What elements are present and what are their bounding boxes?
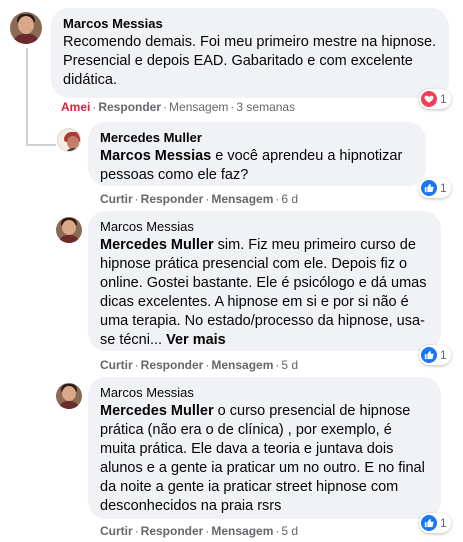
timestamp[interactable]: 5 d <box>281 358 298 372</box>
thread-connector <box>26 144 56 146</box>
reaction-count[interactable]: 1 <box>419 178 451 198</box>
like-link[interactable]: Curtir <box>100 358 133 372</box>
comment-bubble: Marcos Messias Mercedes Muller o curso p… <box>88 377 441 519</box>
like-icon <box>421 515 437 531</box>
comment-bubble: Marcos Messias Recomendo demais. Foi meu… <box>51 8 449 98</box>
timestamp[interactable]: 3 semanas <box>236 100 295 114</box>
message-link[interactable]: Mensagem <box>211 524 273 538</box>
avatar[interactable] <box>56 217 82 243</box>
mention-link[interactable]: Mercedes Muller <box>100 403 214 419</box>
comment-author[interactable]: Marcos Messias <box>100 219 429 235</box>
heart-icon <box>421 91 437 107</box>
reaction-count[interactable]: 1 <box>419 89 451 109</box>
reply-link[interactable]: Responder <box>141 524 204 538</box>
avatar[interactable] <box>10 12 42 44</box>
like-link[interactable]: Curtir <box>100 192 133 206</box>
comment-text: Mercedes Muller sim. Fiz meu primeiro cu… <box>100 237 427 348</box>
reaction-count[interactable]: 1 <box>419 513 451 533</box>
love-reaction-link[interactable]: Amei <box>61 100 90 114</box>
comment-actions: Curtir · Responder · Mensagem · 5 d <box>100 524 299 538</box>
reply-link[interactable]: Responder <box>98 100 161 114</box>
timestamp[interactable]: 5 d <box>281 524 298 538</box>
reaction-count-number: 1 <box>440 92 447 106</box>
avatar[interactable] <box>57 128 81 152</box>
message-link[interactable]: Mensagem <box>211 358 273 372</box>
like-icon <box>421 347 437 363</box>
comment-author[interactable]: Marcos Messias <box>100 385 429 401</box>
reaction-count-number: 1 <box>440 348 447 362</box>
timestamp[interactable]: 6 d <box>281 192 298 206</box>
mention-link[interactable]: Mercedes Muller <box>100 237 214 253</box>
like-icon <box>421 180 437 196</box>
reaction-count-number: 1 <box>440 181 447 195</box>
comment-author[interactable]: Marcos Messias <box>63 16 437 32</box>
comment-bubble: Mercedes Muller Marcos Messias e você ap… <box>88 122 426 186</box>
thread-line <box>26 48 28 146</box>
comment-author[interactable]: Mercedes Muller <box>100 130 414 146</box>
avatar[interactable] <box>56 383 82 409</box>
comment-text: Marcos Messias e você aprendeu a hipnoti… <box>100 148 403 183</box>
reaction-count-number: 1 <box>440 516 447 530</box>
comment-text: Mercedes Muller o curso presencial de hi… <box>100 403 425 514</box>
comment-actions: Amei · Responder · Mensagem · 3 semanas <box>61 100 296 114</box>
comment-actions: Curtir · Responder · Mensagem · 5 d <box>100 358 299 372</box>
comment-actions: Curtir · Responder · Mensagem · 6 d <box>100 192 299 206</box>
reply-link[interactable]: Responder <box>141 192 204 206</box>
mention-link[interactable]: Marcos Messias <box>100 148 211 164</box>
like-link[interactable]: Curtir <box>100 524 133 538</box>
reaction-count[interactable]: 1 <box>419 345 451 365</box>
see-more-link[interactable]: Ver mais <box>166 332 226 348</box>
message-link[interactable]: Mensagem <box>211 192 273 206</box>
reply-link[interactable]: Responder <box>141 358 204 372</box>
comment-text: Recomendo demais. Foi meu primeiro mestr… <box>63 34 437 88</box>
comment-bubble: Marcos Messias Mercedes Muller sim. Fiz … <box>88 211 441 351</box>
message-link[interactable]: Mensagem <box>169 100 228 114</box>
